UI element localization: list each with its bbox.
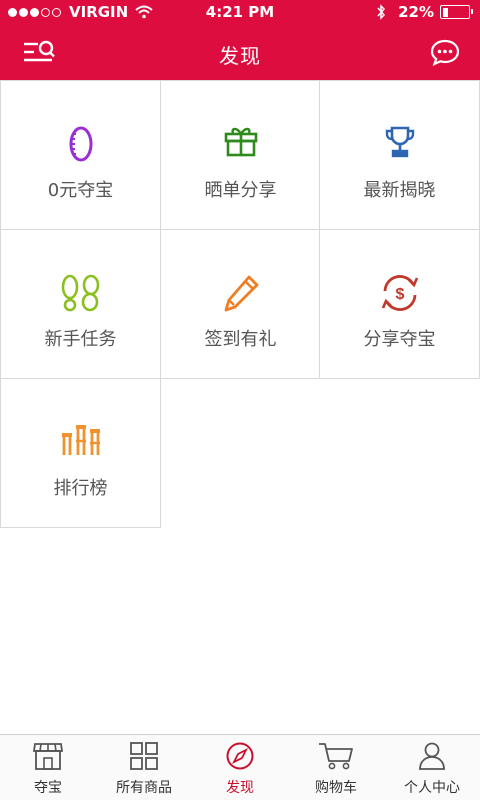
bottom-tab-bar: 夺宝 所有商品 发现 购物车 个人中心	[0, 734, 480, 800]
footprints-icon	[61, 274, 99, 312]
compass-icon	[226, 742, 254, 770]
tab-cart[interactable]: 购物车	[288, 735, 384, 800]
bluetooth-icon	[377, 4, 386, 20]
tab-profile[interactable]: 个人中心	[384, 735, 480, 800]
cart-icon	[319, 743, 353, 770]
grid-item-share-treasure[interactable]: $ 分享夺宝	[319, 229, 480, 379]
top-bar: VIRGIN 4:21 PM 22% 发现	[0, 0, 480, 80]
tab-label: 个人中心	[404, 780, 460, 796]
dollar-exchange-icon: $	[381, 275, 418, 311]
tab-label: 夺宝	[34, 780, 62, 796]
grid-item-zero-yuan[interactable]: 0元夺宝	[0, 80, 161, 230]
grid-icon	[130, 742, 158, 770]
battery-fill	[442, 7, 448, 17]
tab-treasure[interactable]: 夺宝	[0, 735, 96, 800]
tab-label: 发现	[226, 780, 254, 796]
page-title: 发现	[219, 44, 261, 68]
trophy-icon	[385, 126, 414, 158]
ranking-icon	[61, 425, 100, 455]
battery-icon	[440, 5, 473, 19]
tab-label: 购物车	[315, 780, 357, 796]
grid-item-label: 新手任务	[44, 329, 117, 350]
nav-bar: 发现	[0, 26, 480, 80]
status-bar: VIRGIN 4:21 PM 22%	[0, 0, 480, 26]
gift-icon	[224, 127, 257, 157]
svg-text:$: $	[395, 286, 404, 303]
battery-percent: 22%	[398, 3, 434, 21]
grid-item-label: 晒单分享	[204, 180, 277, 201]
pencil-icon	[224, 275, 258, 312]
grid-item-leaderboard[interactable]: 排行榜	[0, 378, 161, 528]
chat-bubble-icon	[430, 39, 460, 67]
grid-item-newbie-tasks[interactable]: 新手任务	[0, 229, 161, 379]
grid-item-label: 排行榜	[53, 478, 108, 499]
grid-item-label: 最新揭晓	[363, 180, 436, 201]
coin-icon	[69, 126, 92, 162]
grid-item-sign-in[interactable]: 签到有礼	[160, 229, 321, 379]
tab-all-products[interactable]: 所有商品	[96, 735, 192, 800]
grid-item-label: 分享夺宝	[363, 329, 436, 350]
grid-item-share-orders[interactable]: 晒单分享	[160, 80, 321, 230]
status-right: 22%	[376, 3, 473, 21]
tab-discover[interactable]: 发现	[192, 735, 288, 800]
grid-item-latest-reveal[interactable]: 最新揭晓	[319, 80, 480, 230]
tab-label: 所有商品	[116, 780, 172, 796]
person-icon	[419, 742, 445, 770]
message-button[interactable]	[430, 38, 460, 70]
store-icon	[32, 743, 64, 770]
grid-item-label: 0元夺宝	[47, 180, 114, 201]
grid-item-label: 签到有礼	[204, 329, 277, 350]
